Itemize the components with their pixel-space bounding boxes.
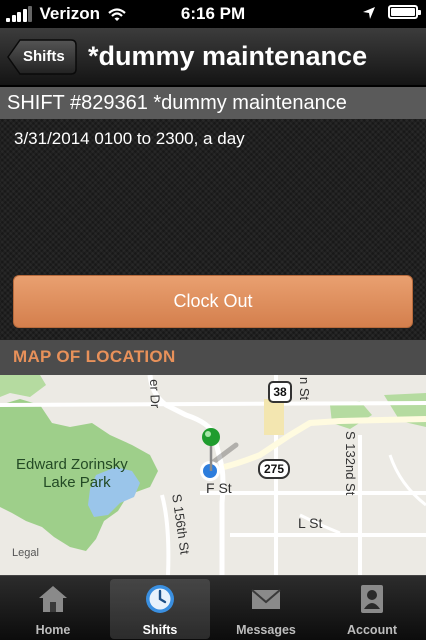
shift-detail: 3/31/2014 0100 to 2300, a day: [14, 129, 245, 148]
map-pin: [202, 428, 220, 446]
home-icon: [39, 586, 67, 612]
battery-level: [391, 8, 415, 16]
street-er-dr: er Dr: [147, 379, 164, 409]
park-name-line2: Lake Park: [43, 474, 111, 491]
back-button[interactable]: Shifts: [7, 39, 77, 75]
tab-shifts-label: Shifts: [142, 623, 178, 637]
tab-shifts[interactable]: Shifts: [110, 579, 210, 639]
shift-header-text: SHIFT #829361 *dummy maintenance: [7, 92, 347, 114]
envelope-icon: [251, 589, 281, 609]
route-275-shield: 275: [258, 459, 290, 479]
status-bar: Verizon 6:16 PM: [0, 0, 426, 28]
tab-messages[interactable]: Messages: [216, 579, 316, 639]
tab-account-label: Account: [347, 623, 397, 637]
battery-icon: [388, 5, 421, 19]
account-icon: [361, 585, 383, 613]
route-38-shield: 38: [268, 381, 292, 403]
shift-content: SHIFT #829361 *dummy maintenance 3/31/20…: [0, 87, 426, 575]
tab-home-label: Home: [35, 623, 71, 637]
tab-messages-label: Messages: [236, 623, 296, 637]
shift-header: SHIFT #829361 *dummy maintenance: [0, 87, 426, 119]
navigation-bar: Shifts *dummy maintenance: [0, 28, 426, 86]
map-section-header: MAP OF LOCATION: [0, 340, 426, 375]
street-s-132nd: S 132nd St: [343, 431, 358, 496]
location-arrow-icon: [362, 5, 376, 19]
street-n-st: n St: [297, 377, 312, 401]
back-button-label: Shifts: [23, 48, 65, 65]
street-l-st: L St: [298, 515, 323, 531]
tab-bar: Home Shifts Messages Account: [0, 575, 426, 640]
clock-out-button[interactable]: Clock Out: [13, 275, 413, 328]
page-title: *dummy maintenance: [88, 41, 368, 71]
clock-icon: [146, 585, 174, 613]
map-legal-link[interactable]: Legal: [12, 547, 39, 559]
street-f-st: F St: [206, 480, 232, 496]
location-map[interactable]: Edward Zorinsky Lake Park 38 275 F St L …: [0, 375, 426, 575]
tab-home[interactable]: Home: [3, 579, 103, 639]
park-label: Edward Zorinsky Lake Park: [16, 456, 128, 492]
map-section-title: MAP OF LOCATION: [13, 347, 176, 366]
tab-account[interactable]: Account: [322, 579, 422, 639]
park-name-line1: Edward Zorinsky: [16, 456, 128, 473]
